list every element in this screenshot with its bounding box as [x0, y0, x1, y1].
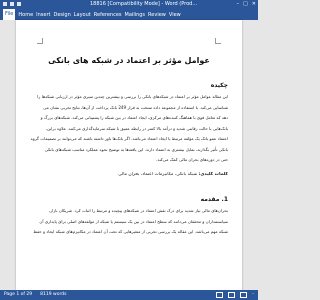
- undo-icon[interactable]: [10, 2, 14, 6]
- intro-line: سیاستمداران و محققان می‌دانند که سطح اعت…: [39, 218, 228, 224]
- quick-access-toolbar: [3, 0, 21, 6]
- document-title: عوامل مؤثر بر اعتماد در شبکه های بانکی: [48, 56, 210, 65]
- intro-line: بحران‌های مالی نیاز شدید برای درک نقش اع…: [48, 208, 228, 213]
- tab-layout[interactable]: Layout: [74, 12, 91, 18]
- abstract-line: شناسایی می‌کند. با استفاده از مجموعه داد…: [43, 104, 228, 110]
- tab-references[interactable]: References: [94, 12, 122, 18]
- tab-design[interactable]: Design: [53, 12, 70, 18]
- abstract-line: بانک‌هایی با حالت رقابتی شدید و درآمد با…: [45, 125, 228, 131]
- keywords-line: کلمات کلیدی: شبکه بانکی، مکانیزمات اعتما…: [30, 172, 228, 177]
- window-controls: – □ ✕: [237, 0, 256, 9]
- abstract-line: حتی در دوره‌های بحران مالی کمک می‌کند.: [156, 157, 228, 162]
- tab-view[interactable]: View: [169, 12, 181, 18]
- abstract-line: بانکی تأثیر بگذارند، تمایل بیشتری به اعت…: [44, 146, 228, 152]
- tab-review[interactable]: Review: [148, 12, 166, 18]
- section-heading: 1. مقدمه: [200, 196, 228, 203]
- keywords-text: شبکه بانکی، مکانیزمات اعتماد، بحران مالی: [118, 172, 198, 177]
- intro-paragraph: بحران‌های مالی نیاز شدید برای درک نقش اع…: [30, 206, 228, 238]
- maximize-icon[interactable]: □: [243, 0, 248, 9]
- print-layout-icon[interactable]: [228, 292, 236, 298]
- save-icon[interactable]: [3, 2, 7, 6]
- tab-file[interactable]: File: [3, 9, 16, 20]
- ribbon-tabs: File Home Insert Design Layout Reference…: [0, 9, 258, 20]
- margin-mark-right: [215, 38, 221, 44]
- page-count[interactable]: Page 1 of 29: [4, 290, 32, 300]
- abstract-line: این مقاله عوامل مؤثر بر اعتماد در شبکه‌ه…: [37, 94, 228, 99]
- minimize-icon[interactable]: –: [237, 0, 240, 9]
- intro-line: شبکه مهم می‌باشد. این مقاله یک بررسی تجر…: [33, 229, 228, 234]
- window-title: 18816 [Compatibility Mode] - Word (Prod.…: [90, 1, 198, 7]
- tab-mailings[interactable]: Mailings: [125, 12, 146, 18]
- read-mode-icon[interactable]: [216, 292, 224, 298]
- status-bar: Page 1 of 29 8119 words -: [0, 290, 258, 300]
- web-layout-icon[interactable]: [240, 292, 248, 298]
- word-count[interactable]: 8119 words: [40, 290, 66, 300]
- tab-home[interactable]: Home: [18, 12, 33, 18]
- abstract-line: دهد که تعامل قوی با هماهنگ کننده‌های مرک…: [40, 115, 228, 120]
- abstract-line: اعتماد عمو بانک یک مؤلفه مرتبط با ایجاد …: [30, 136, 228, 141]
- margin-mark-left: [37, 38, 43, 44]
- close-icon[interactable]: ✕: [252, 0, 256, 9]
- title-bar: 18816 [Compatibility Mode] - Word (Prod.…: [0, 0, 258, 9]
- redo-icon[interactable]: [17, 2, 21, 6]
- document-canvas[interactable]: عوامل مؤثر بر اعتماد در شبکه های بانکی چ…: [0, 20, 258, 290]
- abstract-paragraph: این مقاله عوامل مؤثر بر اعتماد در شبکه‌ه…: [30, 92, 228, 166]
- zoom-out-button[interactable]: -: [252, 290, 254, 300]
- tab-insert[interactable]: Insert: [36, 12, 50, 18]
- abstract-heading: چکیده: [210, 82, 228, 89]
- document-page[interactable]: عوامل مؤثر بر اعتماد در شبکه های بانکی چ…: [16, 20, 242, 290]
- keywords-label: کلمات کلیدی:: [198, 172, 228, 177]
